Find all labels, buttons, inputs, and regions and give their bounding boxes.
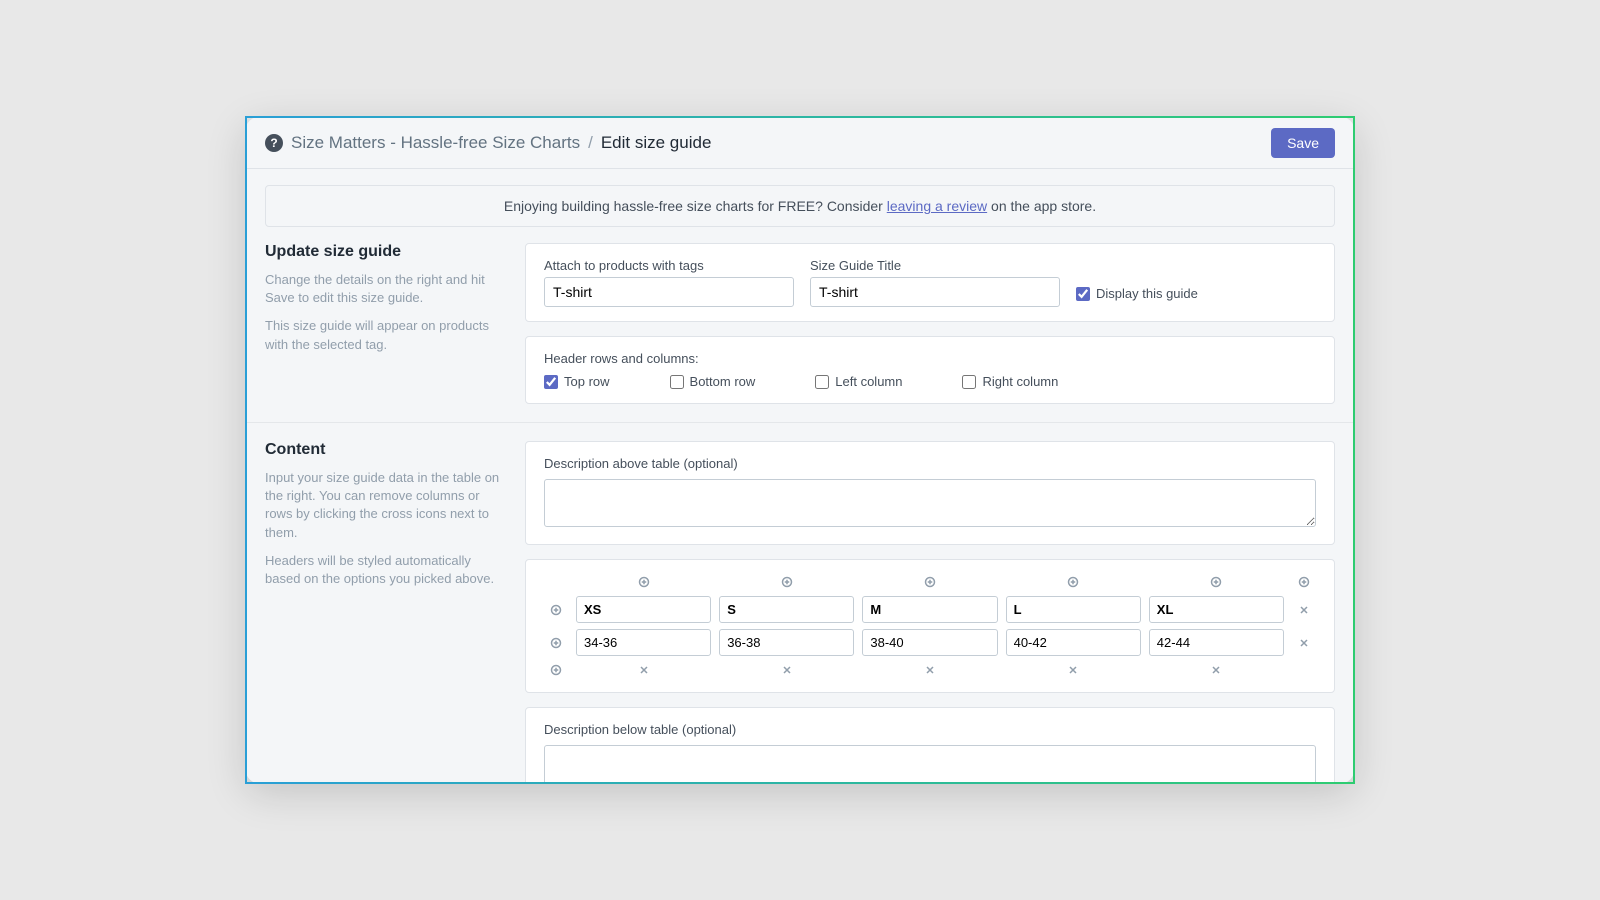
add-col-icon[interactable]	[1065, 574, 1081, 590]
display-label: Display this guide	[1096, 286, 1198, 301]
tags-input[interactable]	[544, 277, 794, 307]
header-rows-label: Header rows and columns:	[544, 351, 1316, 366]
section-update: Update size guide Change the details on …	[247, 243, 1353, 422]
cell-input[interactable]	[1149, 629, 1284, 656]
panel-table	[525, 559, 1335, 693]
delete-row-icon[interactable]	[1296, 602, 1312, 618]
delete-col-icon[interactable]	[922, 662, 938, 678]
delete-col-icon[interactable]	[636, 662, 652, 678]
display-checkbox[interactable]	[1076, 287, 1090, 301]
delete-col-icon[interactable]	[779, 662, 795, 678]
leftcol-checkbox[interactable]	[815, 375, 829, 389]
tags-label: Attach to products with tags	[544, 258, 794, 273]
add-row-icon[interactable]	[548, 635, 564, 651]
panel-desc-above: Description above table (optional)	[525, 441, 1335, 545]
delete-col-icon[interactable]	[1065, 662, 1081, 678]
rightcol-checkbox-wrap[interactable]: Right column	[962, 374, 1058, 389]
title-label: Size Guide Title	[810, 258, 1060, 273]
section-content-desc1: Input your size guide data in the table …	[265, 469, 505, 542]
leftcol-checkbox-wrap[interactable]: Left column	[815, 374, 902, 389]
desc-below-textarea[interactable]	[544, 745, 1316, 782]
title-input[interactable]	[810, 277, 1060, 307]
help-icon[interactable]: ?	[265, 134, 283, 152]
app-frame: ? Size Matters ‑ Hassle-free Size Charts…	[245, 116, 1355, 784]
panel-basic: Attach to products with tags Size Guide …	[525, 243, 1335, 322]
desc-above-textarea[interactable]	[544, 479, 1316, 527]
cell-input[interactable]	[576, 629, 711, 656]
delete-row-icon[interactable]	[1296, 635, 1312, 651]
add-col-icon[interactable]	[1296, 574, 1312, 590]
bottomrow-checkbox[interactable]	[670, 375, 684, 389]
desc-below-label: Description below table (optional)	[544, 722, 1316, 737]
panel-headers: Header rows and columns: Top row Bottom …	[525, 336, 1335, 404]
breadcrumb-app[interactable]: Size Matters ‑ Hassle-free Size Charts	[291, 133, 580, 153]
toprow-checkbox[interactable]	[544, 375, 558, 389]
add-col-icon[interactable]	[636, 574, 652, 590]
display-checkbox-wrap[interactable]: Display this guide	[1076, 286, 1198, 301]
desc-above-label: Description above table (optional)	[544, 456, 1316, 471]
banner-pre: Enjoying building hassle-free size chart…	[504, 198, 887, 214]
size-table-grid	[544, 574, 1316, 678]
rightcol-checkbox[interactable]	[962, 375, 976, 389]
bottomrow-checkbox-wrap[interactable]: Bottom row	[670, 374, 756, 389]
add-col-icon[interactable]	[779, 574, 795, 590]
save-button[interactable]: Save	[1271, 128, 1335, 158]
banner-post: on the app store.	[987, 198, 1096, 214]
section-content-title: Content	[265, 441, 505, 459]
section-content: Content Input your size guide data in th…	[247, 422, 1353, 782]
section-content-desc2: Headers will be styled automatically bas…	[265, 552, 505, 588]
review-link[interactable]: leaving a review	[887, 198, 987, 214]
topbar: ? Size Matters ‑ Hassle-free Size Charts…	[247, 118, 1353, 169]
cell-input[interactable]	[719, 596, 854, 623]
cell-input[interactable]	[719, 629, 854, 656]
panel-desc-below: Description below table (optional)	[525, 707, 1335, 782]
cell-input[interactable]	[1006, 629, 1141, 656]
section-update-desc1: Change the details on the right and hit …	[265, 271, 505, 307]
add-row-icon[interactable]	[548, 602, 564, 618]
review-banner: Enjoying building hassle-free size chart…	[265, 185, 1335, 227]
section-update-desc2: This size guide will appear on products …	[265, 317, 505, 353]
breadcrumb: ? Size Matters ‑ Hassle-free Size Charts…	[265, 133, 711, 153]
breadcrumb-current: Edit size guide	[601, 133, 712, 153]
cell-input[interactable]	[576, 596, 711, 623]
delete-col-icon[interactable]	[1208, 662, 1224, 678]
add-col-icon[interactable]	[1208, 574, 1224, 590]
cell-input[interactable]	[862, 596, 997, 623]
breadcrumb-sep: /	[588, 133, 593, 153]
cell-input[interactable]	[1149, 596, 1284, 623]
cell-input[interactable]	[1006, 596, 1141, 623]
add-col-icon[interactable]	[922, 574, 938, 590]
section-update-title: Update size guide	[265, 243, 505, 261]
cell-input[interactable]	[862, 629, 997, 656]
add-row-icon[interactable]	[548, 662, 564, 678]
toprow-checkbox-wrap[interactable]: Top row	[544, 374, 610, 389]
